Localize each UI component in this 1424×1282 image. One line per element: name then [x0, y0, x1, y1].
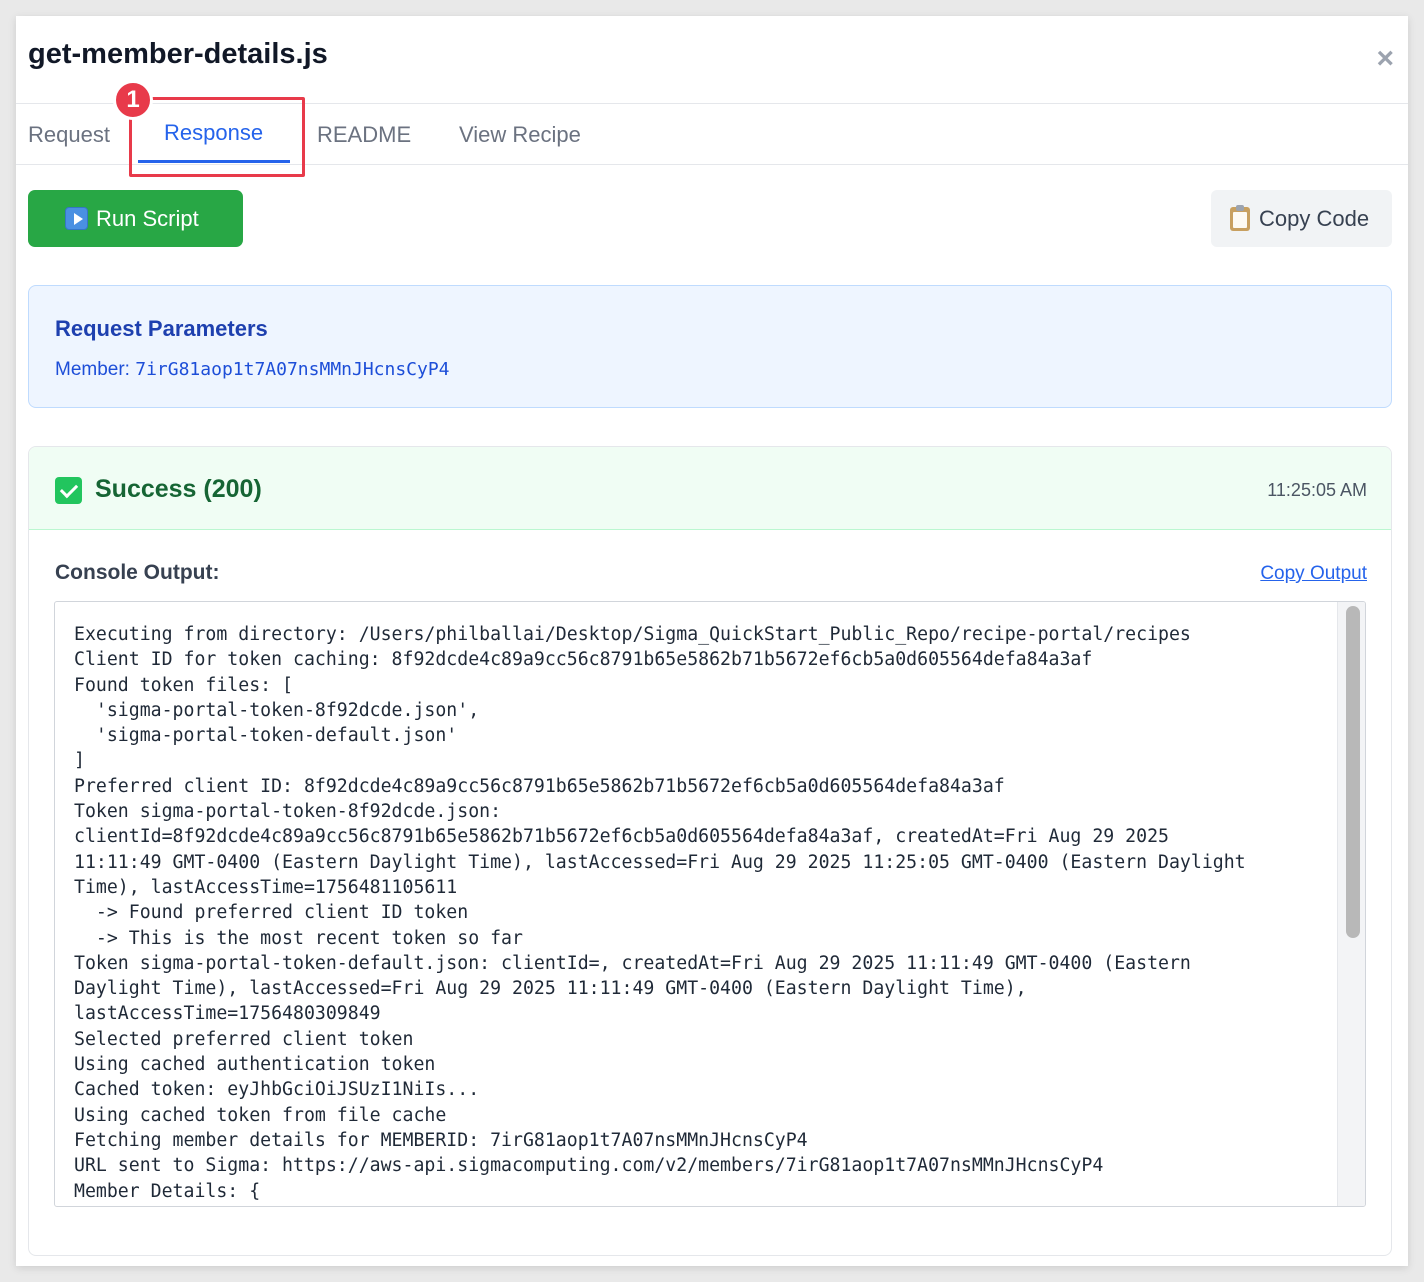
console-line: 11:11:49 GMT-0400 (Eastern Daylight Time…: [74, 851, 1246, 873]
console-line: Time), lastAccessTime=1756481105611: [74, 876, 458, 898]
run-script-button[interactable]: Run Script: [28, 190, 243, 247]
modal-title: get-member-details.js: [28, 38, 328, 70]
run-script-label: Run Script: [96, 205, 199, 231]
console-line: Using cached authentication token: [74, 1054, 436, 1076]
member-label: Member:: [55, 359, 136, 380]
console-line: lastAccessTime=1756480309849: [74, 1003, 381, 1025]
callout-number-badge: 1: [113, 80, 153, 120]
response-result-panel: Success (200) 11:25:05 AM Console Output…: [28, 446, 1392, 1256]
member-parameter: Member: 7irG81aop1t7A07nsMMnJHcnsCyP4: [55, 359, 450, 381]
console-line: Client ID for token caching: 8f92dcde4c8…: [74, 649, 1093, 671]
console-line: Token sigma-portal-token-default.json: c…: [74, 952, 1191, 974]
console-line: Cached token: eyJhbGciOiJSUzI1NiIs...: [74, 1079, 480, 1101]
console-line: -> This is the most recent token so far: [74, 927, 523, 949]
check-icon: [55, 477, 82, 504]
copy-output-link[interactable]: Copy Output: [1260, 563, 1367, 585]
copy-code-button[interactable]: Copy Code: [1211, 190, 1392, 247]
console-output[interactable]: Executing from directory: /Users/philbal…: [54, 601, 1366, 1207]
modal-header: get-member-details.js ×: [16, 16, 1408, 104]
member-value: 7irG81aop1t7A07nsMMnJHcnsCyP4: [135, 359, 450, 380]
close-icon[interactable]: ×: [1376, 44, 1394, 74]
console-line: Preferred client ID: 8f92dcde4c89a9cc56c…: [74, 775, 1005, 797]
console-line: URL sent to Sigma: https://aws-api.sigma…: [74, 1155, 1104, 1177]
console-output-label: Console Output:: [55, 561, 220, 584]
request-parameters-panel: Request Parameters Member: 7irG81aop1t7A…: [28, 285, 1392, 408]
callout-highlight: [129, 97, 305, 177]
console-scrollbar[interactable]: [1337, 602, 1365, 1206]
console-line: Using cached token from file cache: [74, 1104, 447, 1126]
console-line: Selected preferred client token: [74, 1028, 414, 1050]
console-text: Executing from directory: /Users/philbal…: [74, 622, 1314, 1204]
response-timestamp: 11:25:05 AM: [1267, 480, 1367, 500]
console-line: Token sigma-portal-token-8f92dcde.json:: [74, 801, 502, 823]
tab-request[interactable]: Request: [28, 104, 110, 164]
console-line: Fetching member details for MEMBERID: 7i…: [74, 1129, 808, 1151]
tab-readme[interactable]: README: [317, 104, 411, 164]
console-line: Executing from directory: /Users/philbal…: [74, 624, 1191, 645]
console-line: 'sigma-portal-token-8f92dcde.json',: [74, 699, 480, 721]
scrollbar-thumb[interactable]: [1346, 606, 1360, 938]
console-line: Member Details: {: [74, 1180, 261, 1202]
console-line: Found token files: [: [74, 674, 293, 696]
request-parameters-title: Request Parameters: [55, 316, 268, 341]
copy-code-label: Copy Code: [1259, 205, 1370, 231]
result-status-bar: Success (200) 11:25:05 AM: [29, 447, 1391, 530]
play-button-icon: [65, 207, 88, 230]
script-modal: get-member-details.js × Request Response…: [16, 16, 1408, 1266]
tab-view-recipe[interactable]: View Recipe: [459, 104, 581, 164]
console-line: -> Found preferred client ID token: [74, 902, 469, 924]
clipboard-icon: [1230, 204, 1250, 231]
console-line: 'sigma-portal-token-default.json': [74, 725, 458, 747]
console-line: ]: [74, 750, 85, 772]
console-line: Daylight Time), lastAccessed=Fri Aug 29 …: [74, 978, 1027, 1000]
console-line: clientId=8f92dcde4c89a9cc56c8791b65e5862…: [74, 826, 1169, 848]
status-text: Success (200): [95, 475, 262, 503]
